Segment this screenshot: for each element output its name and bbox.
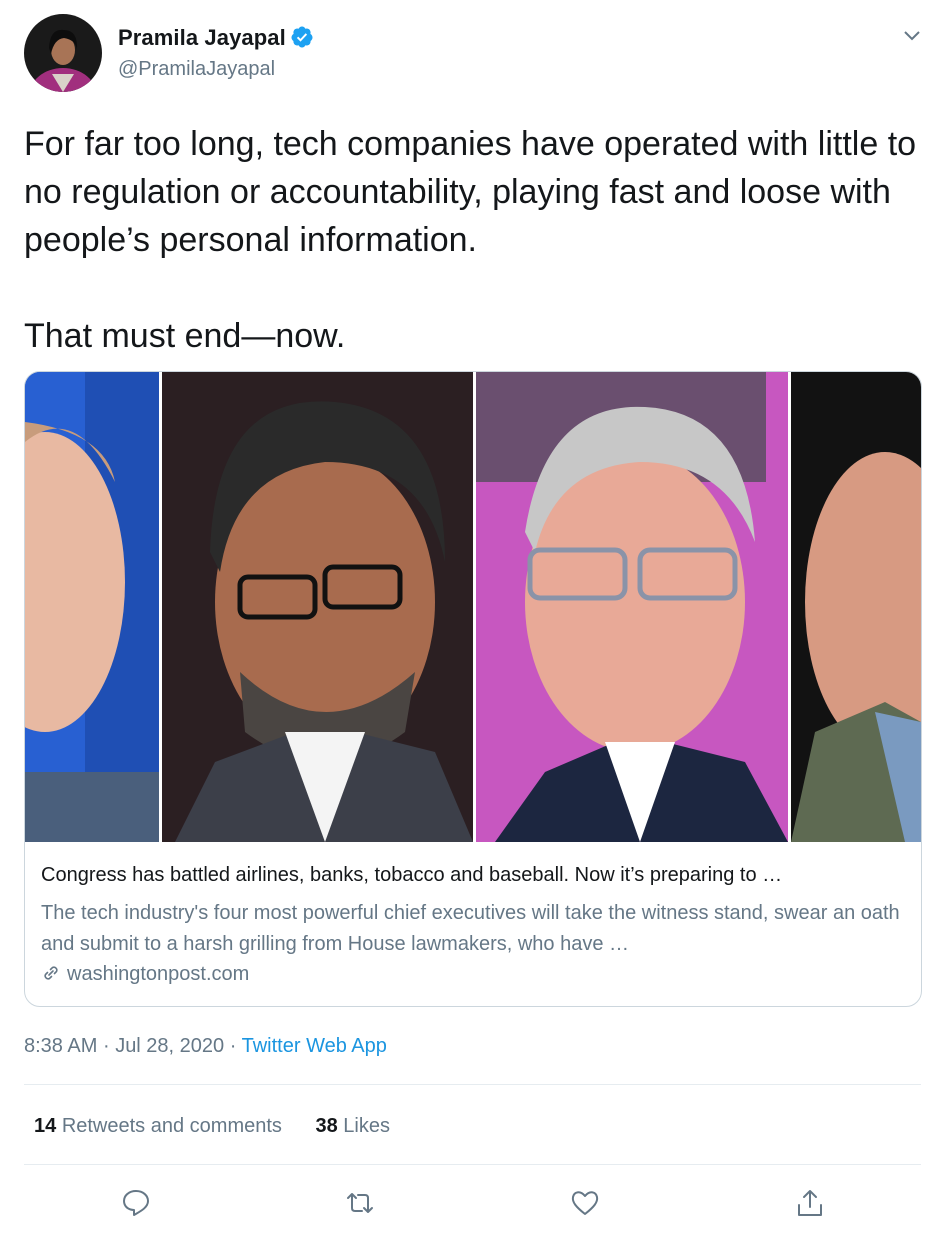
author-handle[interactable]: @PramilaJayapal <box>118 58 275 81</box>
card-title[interactable]: Congress has battled airlines, banks, to… <box>41 864 909 887</box>
tweet-meta: 8:38 AM · Jul 28, 2020 · Twitter Web App <box>24 1035 387 1058</box>
tweet-text: For far too long, tech companies have op… <box>24 125 917 355</box>
tweet-date[interactable]: Jul 28, 2020 <box>115 1035 224 1057</box>
author-name[interactable]: Pramila Jayapal <box>118 25 314 51</box>
retweets-count: 14 <box>34 1115 57 1137</box>
meta-separator: · <box>102 1035 110 1057</box>
avatar[interactable] <box>24 14 102 92</box>
likes-count: 38 <box>315 1115 338 1137</box>
author-name-text[interactable]: Pramila Jayapal <box>118 25 286 50</box>
card-domain-text[interactable]: washingtonpost.com <box>67 963 249 985</box>
reply-icon[interactable] <box>121 1188 151 1218</box>
likes-stat[interactable]: 38 Likes <box>315 1115 390 1137</box>
divider <box>24 1164 921 1165</box>
tweet-source-link[interactable]: Twitter Web App <box>242 1035 387 1057</box>
share-icon[interactable] <box>795 1188 825 1218</box>
tweet-time[interactable]: 8:38 AM <box>24 1035 97 1057</box>
like-heart-icon[interactable] <box>570 1188 600 1218</box>
chevron-down-icon[interactable] <box>901 24 923 46</box>
divider <box>24 1084 921 1085</box>
card-domain[interactable]: washingtonpost.com <box>41 963 249 986</box>
card-description: The tech industry's four most powerful c… <box>41 902 900 955</box>
link-card[interactable]: Congress has battled airlines, banks, to… <box>24 371 922 1007</box>
meta-separator: · <box>229 1035 237 1057</box>
retweets-label: Retweets and comments <box>61 1115 282 1137</box>
link-icon <box>41 963 61 983</box>
card-image[interactable] <box>25 372 921 842</box>
retweets-stat[interactable]: 14 Retweets and comments <box>34 1115 282 1137</box>
retweet-icon[interactable] <box>345 1188 375 1218</box>
verified-badge-icon <box>290 25 314 49</box>
engagement-stats: 14 Retweets and comments 38 Likes <box>34 1115 418 1138</box>
likes-label: Likes <box>343 1115 390 1137</box>
